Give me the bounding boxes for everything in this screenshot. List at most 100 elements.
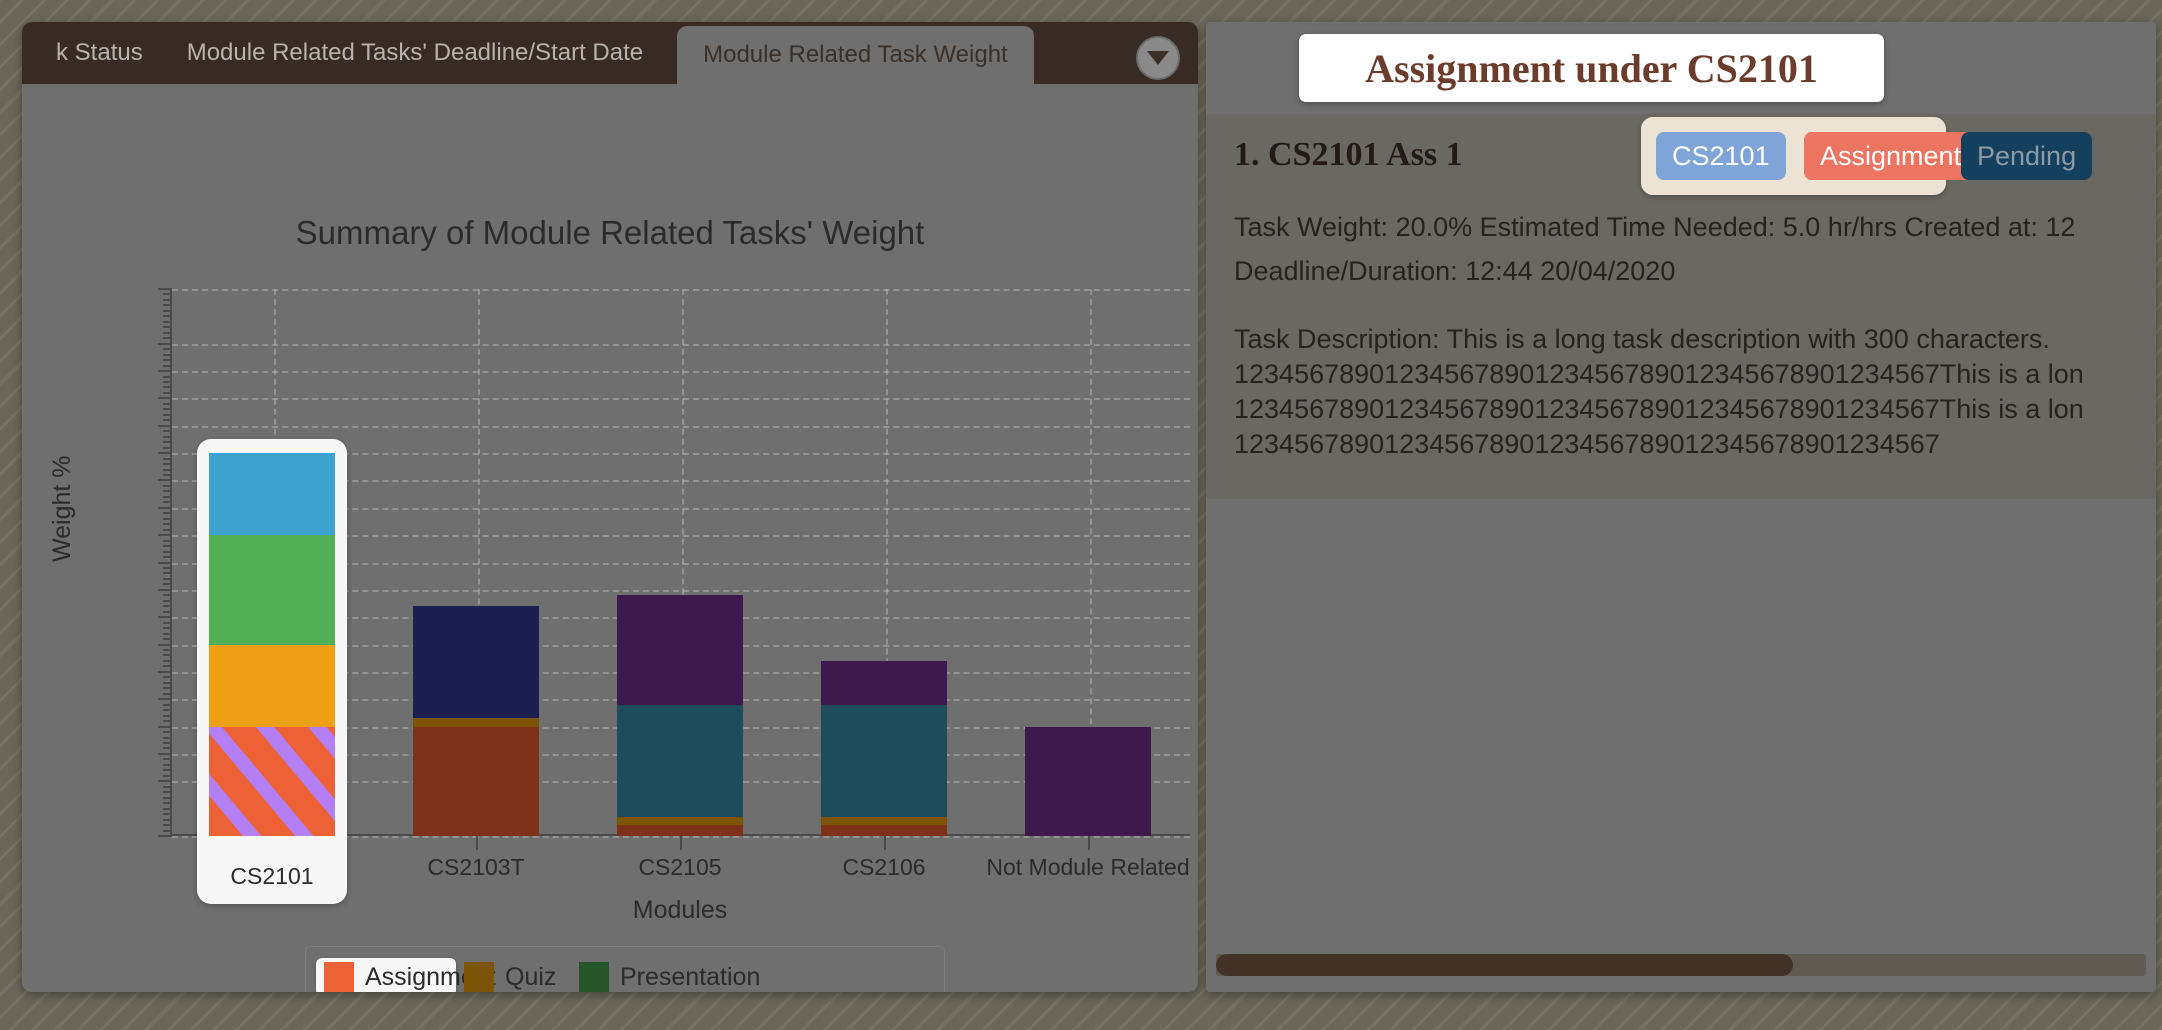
- y-axis-minor-tick: [163, 627, 172, 630]
- legend-item-presentation[interactable]: Presentation: [571, 958, 934, 992]
- bar-segment-meeting[interactable]: [208, 453, 336, 536]
- y-axis-minor-tick: [163, 484, 172, 487]
- tab-module-task-weight[interactable]: Module Related Task Weight: [677, 26, 1034, 84]
- tab-label: k Status: [56, 39, 143, 66]
- page-title: Assignment under CS2101: [1365, 45, 1818, 91]
- y-axis-minor-tick: [163, 742, 172, 744]
- bar-segment-meeting[interactable]: [616, 704, 744, 817]
- tab-task-status[interactable]: k Status: [22, 22, 165, 84]
- x-axis-tick-label: CS2105: [638, 854, 722, 880]
- y-axis-minor-tick: [163, 337, 172, 340]
- y-axis-minor-tick: [163, 813, 172, 816]
- bar-segment-assignment[interactable]: [820, 825, 948, 836]
- y-axis-minor-tick: [163, 348, 172, 351]
- y-axis-minor-tick: [163, 665, 172, 668]
- bar-segment-exam[interactable]: [412, 606, 540, 719]
- y-axis-minor-tick: [163, 545, 172, 548]
- y-axis-minor-tick: [163, 632, 172, 635]
- y-axis-minor-tick: [163, 353, 172, 356]
- bar-segment-others[interactable]: [1024, 726, 1152, 836]
- module-badge[interactable]: CS2101: [1656, 132, 1786, 180]
- y-axis-minor-tick: [163, 818, 172, 821]
- bar-segment-quiz[interactable]: [820, 816, 948, 826]
- y-axis-minor-tick: [163, 413, 172, 416]
- y-axis-minor-tick: [163, 736, 172, 739]
- y-axis-minor-tick: [163, 523, 172, 526]
- task-list-item[interactable]: 1. CS2101 Ass 1 CS2101 Assignment Pendin…: [1206, 114, 2156, 499]
- y-axis-tick: [158, 452, 172, 455]
- y-axis-tick: [158, 752, 172, 755]
- y-axis-minor-tick: [163, 309, 172, 312]
- y-axis-minor-tick: [163, 293, 172, 296]
- y-axis-minor-tick: [163, 599, 172, 602]
- y-axis-minor-tick: [163, 649, 172, 652]
- bar-stack[interactable]: [412, 289, 540, 836]
- bar-segment-others[interactable]: [820, 660, 948, 705]
- y-axis-minor-tick: [163, 402, 172, 405]
- y-axis-minor-tick: [163, 457, 172, 460]
- y-axis-minor-tick: [163, 610, 172, 613]
- y-axis-tick: [158, 616, 172, 619]
- task-description-line: 1234567890123456789012345678901234567890…: [1234, 359, 2084, 389]
- x-axis-tick: [680, 836, 682, 850]
- y-axis-minor-tick: [163, 391, 172, 394]
- legend-item-assignment[interactable]: Assignment: [316, 958, 496, 992]
- selected-bar-label: CS2101: [230, 862, 314, 889]
- scrollbar-thumb[interactable]: [1216, 954, 1793, 976]
- tab-deadline-start-date[interactable]: Module Related Tasks' Deadline/Start Dat…: [165, 22, 665, 84]
- y-axis-tick: [158, 288, 172, 290]
- y-axis-minor-tick: [163, 566, 172, 569]
- bar-segment-assignment[interactable]: [412, 726, 540, 836]
- x-axis-tick: [1088, 836, 1090, 850]
- bar-segment-assignment[interactable]: [616, 825, 744, 836]
- bar-segment-others[interactable]: [616, 595, 744, 705]
- y-axis-minor-tick: [163, 550, 172, 553]
- bar-segment-quiz[interactable]: [208, 644, 336, 727]
- legend-swatch: [324, 962, 354, 992]
- y-axis-tick: [158, 835, 172, 837]
- legend-swatch: [464, 962, 494, 992]
- bar-segment-quiz[interactable]: [616, 816, 744, 826]
- y-axis-minor-tick: [163, 572, 172, 575]
- y-axis-tick: [158, 561, 172, 564]
- y-axis-minor-tick: [163, 654, 172, 657]
- y-axis-minor-tick: [163, 304, 172, 307]
- x-axis-tick-label: Not Module Related: [986, 854, 1190, 880]
- y-axis-minor-tick: [163, 785, 172, 788]
- legend-item-quiz[interactable]: Quiz: [456, 958, 571, 992]
- task-description-line: 1234567890123456789012345678901234567890…: [1234, 394, 2084, 424]
- bar-stack[interactable]: [208, 289, 336, 837]
- y-axis-minor-tick: [163, 320, 172, 323]
- y-axis-minor-tick: [163, 419, 172, 422]
- status-badge[interactable]: Pending: [1961, 132, 2093, 180]
- y-axis-minor-tick: [163, 791, 172, 794]
- y-axis-minor-tick: [163, 720, 172, 723]
- y-axis-minor-tick: [163, 528, 172, 531]
- type-badge[interactable]: Assignment: [1804, 132, 1978, 180]
- task-description-line: Task Description: This is a long task de…: [1234, 324, 2050, 354]
- bar-segment-meeting[interactable]: [820, 704, 948, 817]
- y-axis-minor-tick: [163, 430, 172, 433]
- legend-label: Quiz: [505, 962, 557, 991]
- bar-stack[interactable]: [1024, 289, 1152, 836]
- x-axis-tick-label: CS2106: [842, 854, 926, 880]
- bar-segment-quiz[interactable]: [412, 718, 540, 727]
- y-axis-minor-tick: [163, 763, 172, 766]
- y-axis-minor-tick: [163, 638, 172, 641]
- legend-swatch: [579, 962, 609, 992]
- tab-strip: k Status Module Related Tasks' Deadline/…: [22, 22, 1198, 84]
- task-header-row: 1. CS2101 Ass 1 CS2101 Assignment Pendin…: [1206, 114, 2156, 198]
- y-axis-minor-tick: [163, 495, 172, 498]
- y-axis-minor-tick: [163, 315, 172, 318]
- bar-stack[interactable]: [820, 289, 948, 836]
- y-axis-minor-tick: [163, 692, 172, 695]
- bar-segment-presentation[interactable]: [208, 535, 336, 645]
- panel-title-card: Assignment under CS2101: [1299, 34, 1884, 102]
- y-axis-minor-tick: [163, 539, 172, 542]
- y-axis-minor-tick: [163, 468, 172, 471]
- bar-segment-assignment[interactable]: [208, 726, 336, 837]
- bar-stack[interactable]: [616, 289, 744, 836]
- horizontal-scrollbar[interactable]: [1216, 954, 2146, 976]
- y-axis-minor-tick: [163, 731, 172, 734]
- chevron-down-icon[interactable]: [1136, 36, 1180, 80]
